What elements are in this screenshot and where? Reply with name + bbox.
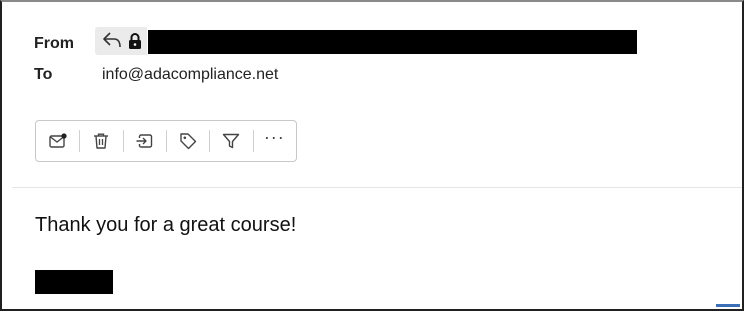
filter-button[interactable] bbox=[209, 121, 252, 161]
header-divider bbox=[12, 187, 742, 188]
message-body: Thank you for a great course! bbox=[35, 214, 297, 236]
to-label: To bbox=[34, 66, 53, 83]
more-icon: ··· bbox=[263, 127, 285, 147]
categorize-button[interactable] bbox=[165, 121, 209, 161]
reply-icon bbox=[102, 31, 122, 49]
scroll-indicator bbox=[716, 304, 740, 307]
tag-icon bbox=[179, 133, 196, 150]
envelope-dot-icon bbox=[48, 133, 67, 148]
move-to-button[interactable] bbox=[122, 121, 166, 161]
recipient-address[interactable]: info@adacompliance.net bbox=[102, 66, 278, 84]
message-toolbar: ··· bbox=[35, 120, 297, 162]
filter-icon bbox=[222, 133, 240, 149]
email-reading-pane: From To info@adacompliance.net ··· Thank… bbox=[0, 0, 744, 311]
more-options-button[interactable]: ··· bbox=[252, 121, 296, 161]
lock-icon bbox=[128, 32, 142, 50]
delete-button[interactable] bbox=[79, 121, 122, 161]
from-label: From bbox=[34, 35, 74, 52]
mark-unread-button[interactable] bbox=[36, 121, 79, 161]
trash-icon bbox=[93, 133, 108, 149]
signature-redaction bbox=[35, 270, 113, 294]
move-to-folder-icon bbox=[136, 134, 153, 148]
sender-redaction bbox=[148, 30, 637, 54]
